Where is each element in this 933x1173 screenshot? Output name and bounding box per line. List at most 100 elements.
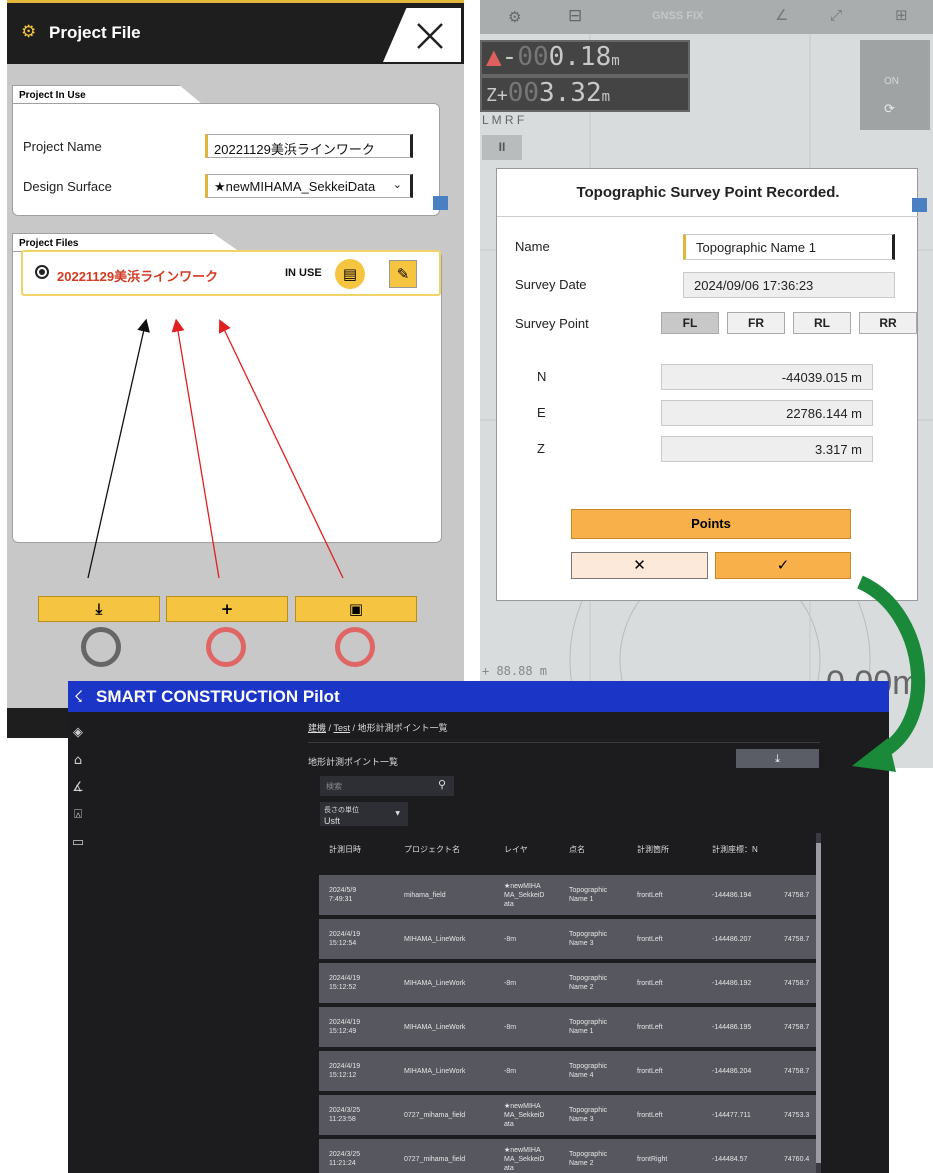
refresh-icon[interactable]: ⟳ [884,102,895,117]
card-icon[interactable]: ▭ [70,835,86,850]
column-header[interactable]: プロジェクト名 [404,844,460,855]
z-readout: Z+003.32m [480,76,690,112]
cell-location-line: frontRight [637,1156,668,1163]
survey-point-option-rl[interactable]: RL [793,312,851,334]
cell-date-line: 15:12:52 [329,984,357,991]
network-icon[interactable]: ⊞ [895,6,908,24]
cell-date-line: 2024/4/19 [329,1019,361,1026]
name-input[interactable]: Topographic Name 1 [683,234,895,260]
table-row[interactable]: 2024/3/25 11:21:24 0727_mihama_field ★newMI… [319,1139,817,1173]
unit-select[interactable]: 長さの単位 Usft ▼ [320,802,408,826]
red-circle-marker [206,627,246,667]
cell-northing: -144486.195 [712,1023,751,1032]
cell-project-line: 0727_mihama_field [404,1156,466,1163]
column-header[interactable]: 計測座標：N [712,844,758,855]
divider [308,742,820,743]
table-row[interactable]: 2024/5/9 7:49:31 mihama_field ★newMIHA MA_Se… [319,875,817,915]
layout-icon[interactable]: ⊟ [568,6,582,26]
column-header[interactable]: 点名 [569,844,585,855]
cell-location-line: frontLeft [637,1112,663,1119]
table-row[interactable]: 2024/4/19 15:12:49 MIHAMA_LineWork -8m Topog… [319,1007,817,1047]
annotation-arrows [87,318,344,579]
column-header[interactable]: 計測日時 [329,844,361,855]
cell-date-line: 15:12:12 [329,1072,357,1079]
points-button[interactable]: Points [571,509,851,539]
antenna-icon[interactable]: ⍓ [70,807,86,822]
app-name: SMART CONSTRUCTION Pilot [96,687,340,706]
survey-point-option-fr[interactable]: FR [727,312,785,334]
cell-layer-line: MA_SekkeiD [504,1156,545,1163]
cell-layer-line: ★newMIHA [504,883,541,890]
cell-project: MIHAMA_LineWork [404,979,465,988]
cell-easting: 74760.4 [784,1155,809,1164]
search-input[interactable]: 検索 ⚲ [320,776,454,796]
cell-northing-line: -144486.204 [712,1068,752,1075]
cell-layer: -8m [504,979,516,988]
cell-project: MIHAMA_LineWork [404,935,465,944]
cell-location-line: frontLeft [637,1024,663,1031]
cancel-button[interactable]: ✕ [571,552,708,579]
cell-point-name-line: Name 2 [569,1160,594,1167]
cell-point-name-line: Topographic [569,931,608,938]
cell-layer: -8m [504,1067,516,1076]
cell-project: mihama_field [404,891,446,900]
cell-point-name-line: Topographic [569,1107,608,1114]
search-icon[interactable]: ⚲ [438,778,446,791]
table-row[interactable]: 2024/4/19 15:12:54 MIHAMA_LineWork -8m Topog… [319,919,817,959]
cell-date-line: 2024/5/9 [329,887,357,894]
breadcrumb-project[interactable]: Test [334,723,351,733]
z-value: 3.317 m [661,436,873,462]
cell-project: 0727_mihama_field [404,1155,465,1164]
cell-project-line: MIHAMA_LineWork [404,936,466,943]
cell-date: 2024/4/19 15:12:54 [329,930,360,948]
column-header[interactable]: レイヤ [504,844,528,855]
n-label: N [537,369,547,384]
cell-project-line: 0727_mihama_field [404,1112,466,1119]
cell-easting-line: 74758.7 [784,1024,810,1031]
tilt-icon[interactable]: ⤢ [830,6,842,24]
survey-point-option-fl[interactable]: FL [661,312,719,334]
cell-date-line: 2024/4/19 [329,931,361,938]
table-scrollbar[interactable] [816,833,821,1173]
pause-button[interactable]: II [482,135,522,160]
cell-layer-line: -8m [504,980,517,987]
survey-date-value: 2024/09/06 17:36:23 [683,272,895,298]
pilot-logo-icon: ☇ [74,687,84,706]
cell-easting: 74758.7 [784,891,809,900]
cell-point-name-line: Name 3 [569,1116,594,1123]
bucket-edge-selector[interactable]: L M R F [482,113,524,127]
breadcrumb-home[interactable]: 建機 [308,723,326,733]
survey-point-label: Survey Point [515,316,589,331]
terrain-icon[interactable]: ⌂ [70,753,86,768]
cell-layer-line: ata [504,901,514,908]
layers-icon[interactable]: ◈ [70,725,86,740]
cell-northing-line: -144486.192 [712,980,752,987]
cell-point-name-line: Name 1 [569,1028,594,1035]
column-header[interactable]: 計測箇所 [637,844,669,855]
scroll-thumb[interactable] [816,843,821,1163]
cell-location-line: frontLeft [637,892,663,899]
download-csv-button[interactable]: ⤓ [736,749,819,768]
cell-point-name: Topographic Name 3 [569,1106,607,1124]
excavator-icon[interactable]: ∡ [70,780,86,795]
table-row[interactable]: 2024/3/25 11:23:58 0727_mihama_field ★newMI… [319,1095,817,1135]
cell-project-line: mihama_field [404,892,446,899]
cell-project: 0727_mihama_field [404,1111,465,1120]
cell-layer-line: -8m [504,1068,517,1075]
table-row[interactable]: 2024/4/19 15:12:12 MIHAMA_LineWork -8m Topog… [319,1051,817,1091]
table-row[interactable]: 2024/4/19 15:12:52 MIHAMA_LineWork -8m Topog… [319,963,817,1003]
cell-date-line: 7:49:31 [329,896,353,903]
on-toggle[interactable]: ON [884,76,899,87]
cell-location-line: frontLeft [637,1068,663,1075]
check-icon: ✓ [776,556,790,574]
survey-point-option-rr[interactable]: RR [859,312,917,334]
red-arrow [171,318,220,579]
gear-icon[interactable]: ⚙ [508,8,521,26]
cell-date: 2024/4/19 15:12:49 [329,1018,360,1036]
machine-icon[interactable]: ∠ [775,6,788,24]
cell-date: 2024/4/19 15:12:12 [329,1062,360,1080]
cell-layer-line: ata [504,1165,514,1172]
cell-point-name-line: Topographic [569,1019,608,1026]
cell-northing-line: -144484.57 [712,1156,748,1163]
cell-location: frontLeft [637,979,663,988]
